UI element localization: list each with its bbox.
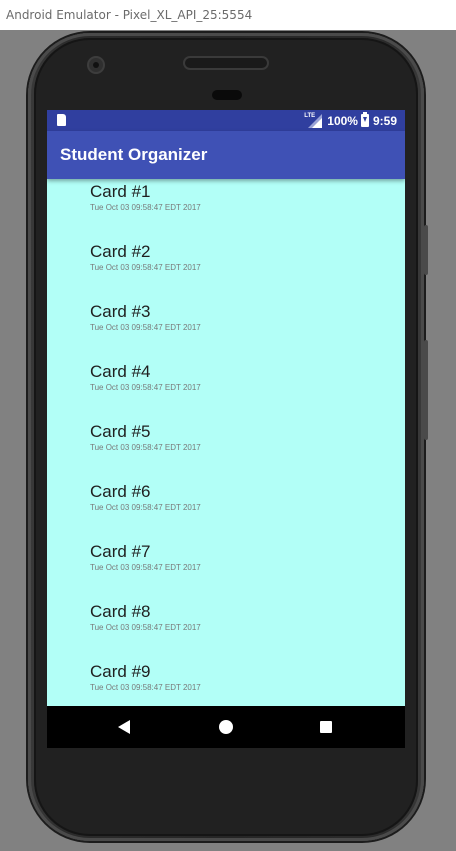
list-item[interactable]: Card #2 Tue Oct 03 09:58:47 EDT 2017 bbox=[90, 242, 390, 302]
card-date: Tue Oct 03 09:58:47 EDT 2017 bbox=[90, 503, 201, 512]
app-title: Student Organizer bbox=[60, 145, 208, 164]
card-title: Card #6 bbox=[90, 482, 151, 501]
volume-button[interactable] bbox=[424, 340, 428, 440]
status-indicators: LTE 100% 9:59 bbox=[304, 110, 397, 131]
battery-percent: 100% bbox=[327, 113, 358, 128]
card-date: Tue Oct 03 09:58:47 EDT 2017 bbox=[90, 323, 201, 332]
card-date: Tue Oct 03 09:58:47 EDT 2017 bbox=[90, 263, 201, 272]
back-icon bbox=[118, 720, 130, 734]
list-item[interactable]: Card #3 Tue Oct 03 09:58:47 EDT 2017 bbox=[90, 302, 390, 362]
card-title: Card #7 bbox=[90, 542, 151, 561]
list-item[interactable]: Card #9 Tue Oct 03 09:58:47 EDT 2017 bbox=[90, 662, 390, 706]
card-title: Card #2 bbox=[90, 242, 151, 261]
card-date: Tue Oct 03 09:58:47 EDT 2017 bbox=[90, 623, 201, 632]
list-item[interactable]: Card #4 Tue Oct 03 09:58:47 EDT 2017 bbox=[90, 362, 390, 422]
lte-signal-icon: LTE bbox=[304, 112, 323, 128]
card-date: Tue Oct 03 09:58:47 EDT 2017 bbox=[90, 683, 201, 692]
proximity-sensor bbox=[212, 90, 242, 100]
list-item[interactable]: Card #6 Tue Oct 03 09:58:47 EDT 2017 bbox=[90, 482, 390, 542]
card-date: Tue Oct 03 09:58:47 EDT 2017 bbox=[90, 203, 201, 212]
recents-icon bbox=[320, 721, 332, 733]
network-label: LTE bbox=[304, 112, 316, 119]
back-button[interactable] bbox=[111, 714, 137, 740]
card-date: Tue Oct 03 09:58:47 EDT 2017 bbox=[90, 383, 201, 392]
card-list[interactable]: Card #1 Tue Oct 03 09:58:47 EDT 2017 Car… bbox=[47, 179, 405, 706]
earpiece-speaker bbox=[185, 58, 267, 68]
power-button[interactable] bbox=[424, 225, 428, 275]
list-item[interactable]: Card #5 Tue Oct 03 09:58:47 EDT 2017 bbox=[90, 422, 390, 482]
status-time: 9:59 bbox=[372, 113, 397, 128]
card-title: Card #9 bbox=[90, 662, 151, 681]
home-button[interactable] bbox=[213, 714, 239, 740]
list-item[interactable]: Card #1 Tue Oct 03 09:58:47 EDT 2017 bbox=[90, 182, 390, 242]
card-title: Card #8 bbox=[90, 602, 151, 621]
card-title: Card #5 bbox=[90, 422, 151, 441]
card-title: Card #1 bbox=[90, 182, 151, 201]
battery-charging-icon bbox=[360, 112, 369, 127]
device-screen: LTE 100% 9:59 Student Organizer Card #1 … bbox=[47, 110, 405, 748]
sd-card-icon bbox=[57, 114, 66, 126]
emulator-window-title: Android Emulator - Pixel_XL_API_25:5554 bbox=[0, 0, 456, 30]
list-item[interactable]: Card #7 Tue Oct 03 09:58:47 EDT 2017 bbox=[90, 542, 390, 602]
home-icon bbox=[219, 720, 233, 734]
card-date: Tue Oct 03 09:58:47 EDT 2017 bbox=[90, 563, 201, 572]
navigation-bar bbox=[47, 706, 405, 748]
status-bar: LTE 100% 9:59 bbox=[47, 110, 405, 131]
app-toolbar: Student Organizer bbox=[47, 131, 405, 179]
card-title: Card #4 bbox=[90, 362, 151, 381]
card-title: Card #3 bbox=[90, 302, 151, 321]
card-date: Tue Oct 03 09:58:47 EDT 2017 bbox=[90, 443, 201, 452]
front-camera-icon bbox=[89, 58, 103, 72]
recents-button[interactable] bbox=[313, 714, 339, 740]
list-item[interactable]: Card #8 Tue Oct 03 09:58:47 EDT 2017 bbox=[90, 602, 390, 662]
